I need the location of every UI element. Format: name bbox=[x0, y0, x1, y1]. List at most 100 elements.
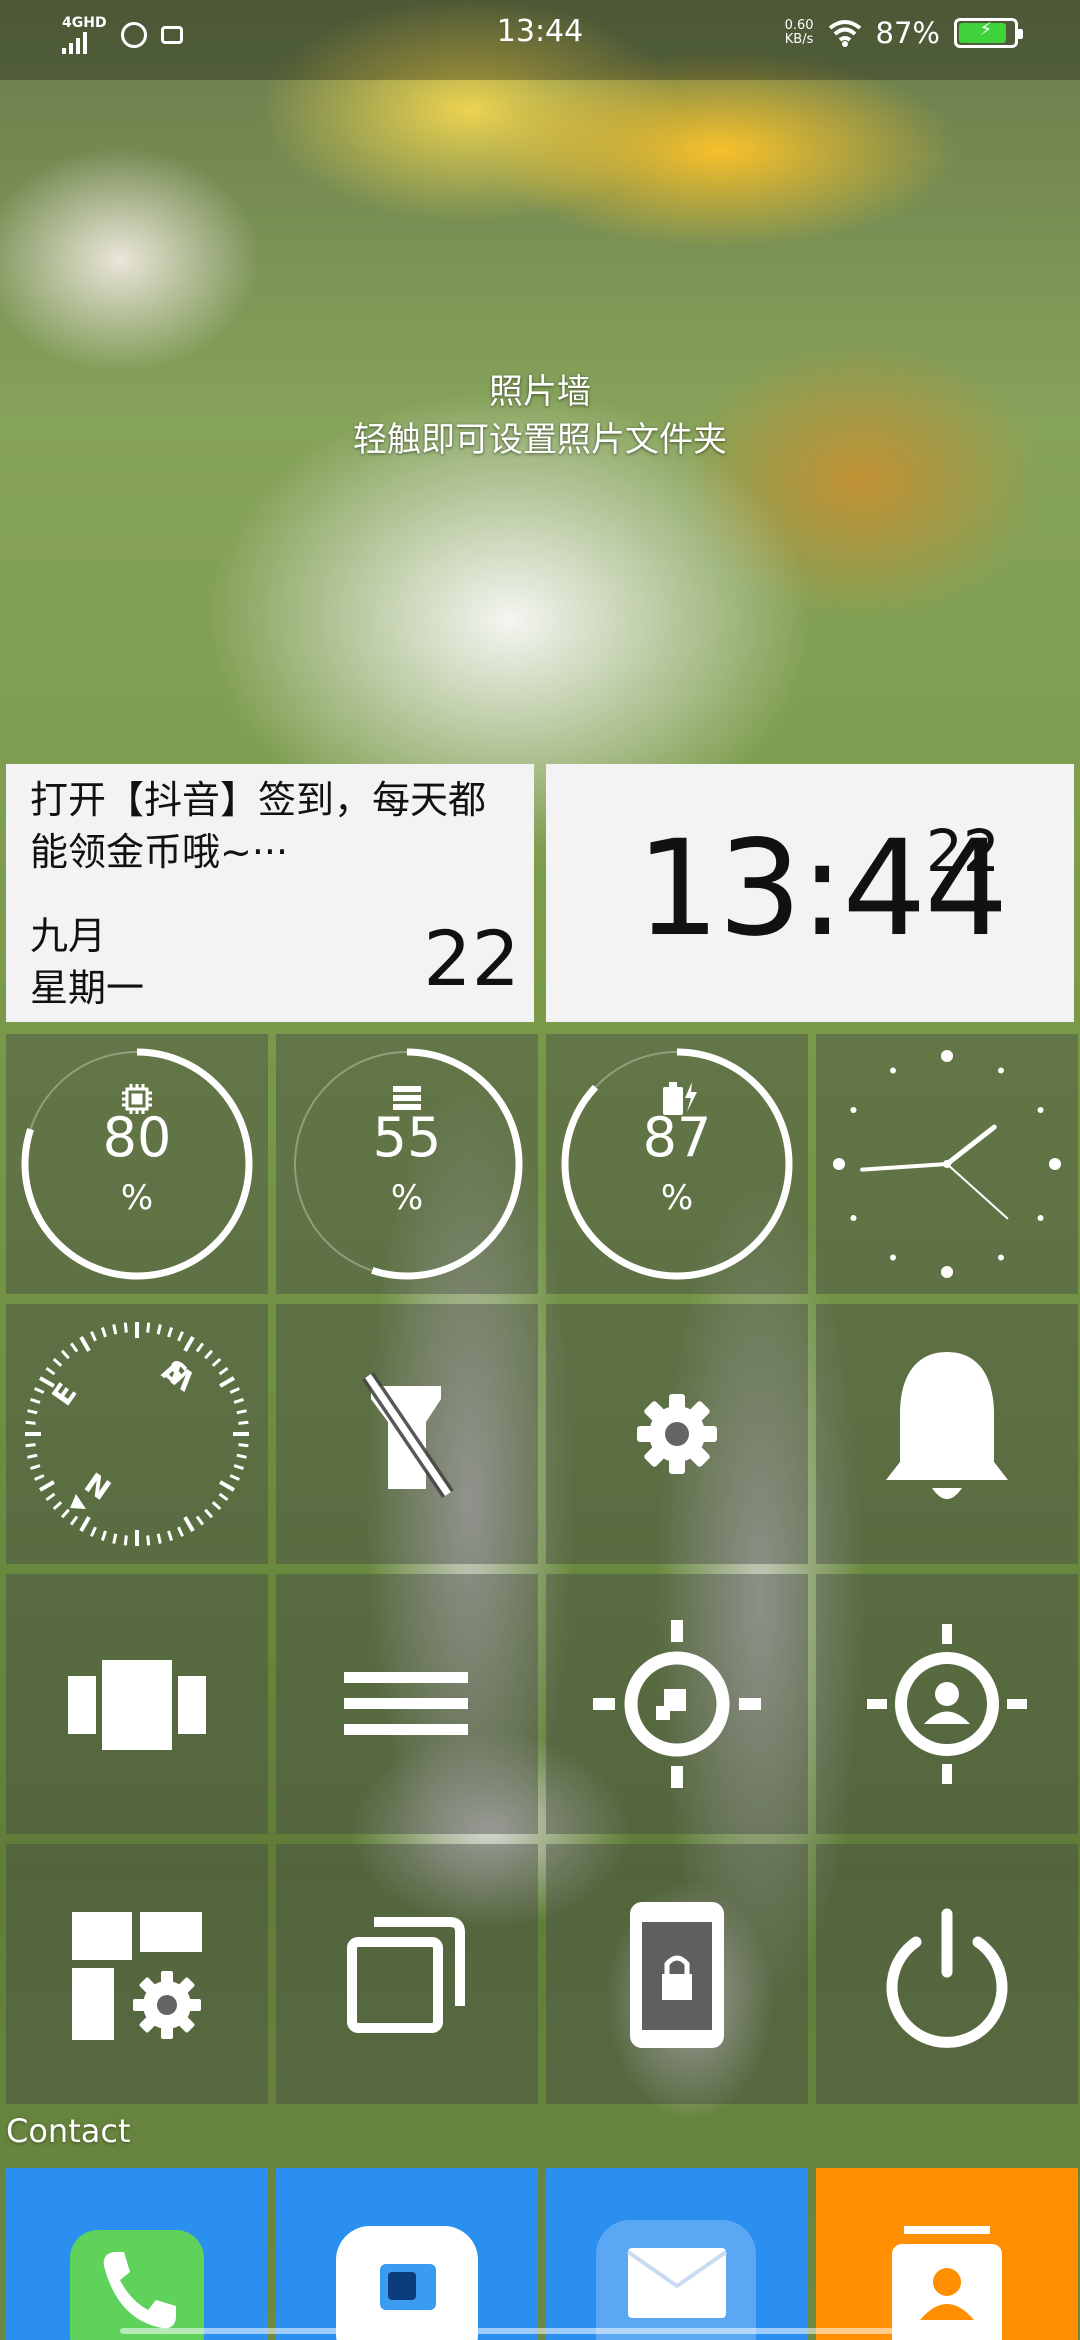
compass-tick bbox=[90, 1331, 97, 1342]
network-speed: 0.60 KB/s bbox=[785, 19, 814, 47]
compass-tick bbox=[183, 1516, 195, 1532]
carousel-icon bbox=[68, 1660, 206, 1750]
wifi-icon bbox=[828, 20, 861, 47]
navigation-handle[interactable] bbox=[120, 2328, 960, 2334]
battery-gauge-tile[interactable]: 87 % bbox=[546, 1034, 808, 1294]
compass-tick bbox=[177, 1526, 184, 1537]
compass-tick bbox=[238, 1443, 249, 1448]
recent-apps-tile[interactable] bbox=[276, 1844, 538, 2104]
status-right: 0.60 KB/s 87% ⚡ bbox=[785, 16, 1023, 50]
compass-tick bbox=[236, 1453, 247, 1459]
compass-tick bbox=[236, 1409, 247, 1415]
battery-unit: % bbox=[660, 1178, 694, 1218]
compass-tick bbox=[146, 1322, 151, 1333]
screen-lock-icon bbox=[630, 1902, 724, 2048]
compass-tick bbox=[177, 1331, 184, 1342]
battery-value: 87 bbox=[642, 1106, 712, 1169]
clock-tick bbox=[941, 1266, 953, 1278]
compass-tick bbox=[69, 1342, 79, 1353]
carousel-tile[interactable] bbox=[6, 1574, 268, 1834]
chat-icon bbox=[336, 2226, 478, 2340]
promo-message: 打开【抖音】签到，每天都能领金币哦~··· bbox=[30, 778, 487, 874]
storage-value: 55 bbox=[372, 1106, 442, 1169]
compass-tile[interactable]: W S E N bbox=[6, 1304, 268, 1564]
storage-gauge-tile[interactable]: 55 % bbox=[276, 1034, 538, 1294]
compass-tick bbox=[219, 1376, 235, 1388]
compass-tick bbox=[25, 1443, 36, 1448]
compass-tick bbox=[229, 1474, 240, 1481]
messages-app-tile[interactable] bbox=[276, 2168, 538, 2340]
phone-app-tile[interactable] bbox=[6, 2168, 268, 2340]
compass-tick bbox=[195, 1515, 205, 1526]
location-person-icon bbox=[867, 1624, 1027, 1784]
compass-tick bbox=[167, 1530, 174, 1541]
clock-tick bbox=[998, 1067, 1004, 1074]
clock-tick bbox=[890, 1254, 896, 1261]
clock-tick bbox=[890, 1067, 896, 1074]
screen-lock-tile[interactable] bbox=[546, 1844, 808, 2104]
storage-unit: % bbox=[390, 1178, 424, 1218]
compass-tick bbox=[112, 1533, 118, 1544]
gps-tile[interactable] bbox=[546, 1574, 808, 1834]
date-weekday: 星期一 bbox=[30, 966, 145, 1010]
phone-icon bbox=[70, 2230, 204, 2340]
compass-tick bbox=[112, 1324, 118, 1335]
compass-tick bbox=[156, 1324, 162, 1335]
compass-tick bbox=[233, 1464, 244, 1471]
analog-clock-tile[interactable] bbox=[816, 1034, 1078, 1294]
compass-tick bbox=[156, 1533, 162, 1544]
battery-charging-icon: ⚡ bbox=[954, 18, 1023, 48]
power-tile[interactable] bbox=[816, 1844, 1078, 2104]
flashlight-off-icon bbox=[362, 1372, 454, 1498]
clock-second-hand bbox=[946, 1163, 1009, 1220]
clock-seconds: 22 bbox=[926, 817, 1000, 885]
cpu-unit: % bbox=[120, 1178, 154, 1218]
compass-tick bbox=[123, 1535, 128, 1546]
photo-wall-title: 照片墙 bbox=[489, 372, 591, 412]
email-app-tile[interactable] bbox=[546, 2168, 808, 2340]
menu-tile[interactable] bbox=[276, 1574, 538, 1834]
settings-icon bbox=[637, 1394, 717, 1474]
cpu-gauge-tile[interactable]: 80 % bbox=[6, 1034, 268, 1294]
compass-tick bbox=[30, 1397, 41, 1404]
status-bar: 4GHD 13:44 0.60 KB/s 87% ⚡ bbox=[0, 0, 1080, 80]
compass-tick bbox=[27, 1453, 38, 1459]
compass-tick bbox=[39, 1480, 55, 1492]
location-contact-tile[interactable] bbox=[816, 1574, 1078, 1834]
mail-icon bbox=[596, 2220, 756, 2340]
gps-target-icon bbox=[593, 1620, 761, 1788]
clock-tick bbox=[1049, 1158, 1061, 1170]
compass-tick bbox=[167, 1327, 174, 1338]
compass-tick bbox=[146, 1535, 151, 1546]
compass-tick bbox=[219, 1480, 235, 1492]
clock-minute-hand bbox=[860, 1161, 949, 1172]
compass-tick bbox=[27, 1409, 38, 1415]
compass-tick bbox=[218, 1492, 229, 1502]
digital-clock-tile[interactable]: 13:44 22 bbox=[546, 764, 1074, 1022]
compass-tick bbox=[45, 1366, 56, 1376]
compass-tick bbox=[52, 1357, 63, 1367]
date-day: 22 bbox=[423, 914, 520, 1003]
compass-tick bbox=[100, 1327, 107, 1338]
compass-tick bbox=[52, 1501, 63, 1511]
settings-tile[interactable] bbox=[546, 1304, 808, 1564]
notifications-tile[interactable] bbox=[816, 1304, 1078, 1564]
compass-tick bbox=[30, 1464, 41, 1471]
contact-group-label: Contact bbox=[6, 2112, 131, 2150]
bolt-icon: ⚡ bbox=[979, 19, 993, 40]
compass-tick bbox=[211, 1357, 222, 1367]
dashboard-settings-tile[interactable] bbox=[6, 1844, 268, 2104]
compass-tick bbox=[60, 1508, 70, 1519]
power-icon bbox=[886, 1908, 1008, 2048]
compass-tick bbox=[195, 1342, 205, 1353]
recent-apps-icon bbox=[347, 1917, 465, 2033]
compass-tick bbox=[79, 1336, 91, 1352]
bell-icon bbox=[886, 1352, 1008, 1499]
clock-tick bbox=[998, 1254, 1004, 1261]
message-date-tile[interactable]: 打开【抖音】签到，每天都能领金币哦~··· 九月 星期一 22 bbox=[6, 764, 534, 1022]
flashlight-tile[interactable] bbox=[276, 1304, 538, 1564]
cpu-value: 80 bbox=[102, 1106, 172, 1169]
contacts-app-tile[interactable] bbox=[816, 2168, 1078, 2340]
photo-wall-widget[interactable]: 照片墙 轻触即可设置照片文件夹 bbox=[0, 368, 1080, 464]
battery-percent: 87% bbox=[875, 16, 940, 50]
